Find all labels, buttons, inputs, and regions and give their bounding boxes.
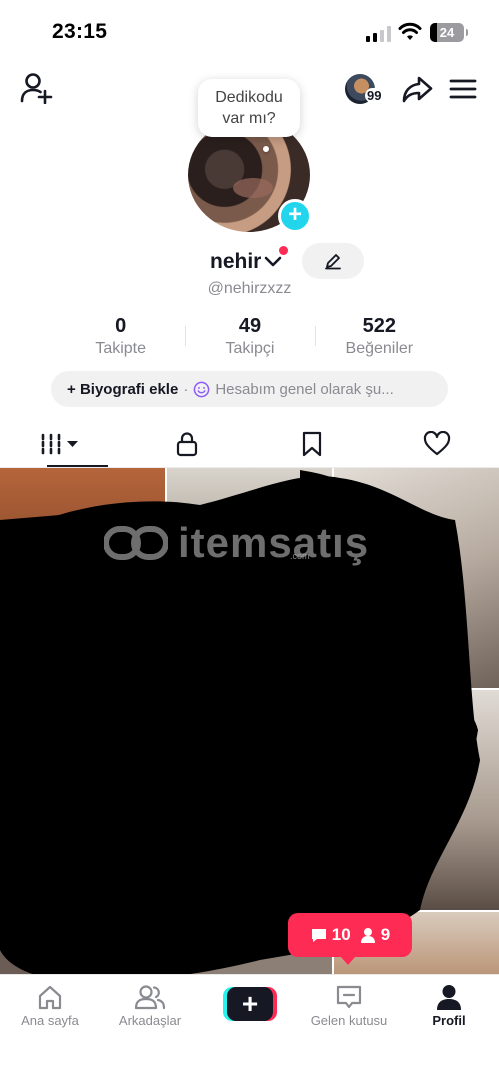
tab-saved[interactable]: [250, 420, 375, 468]
menu-icon[interactable]: [447, 73, 479, 105]
add-friend-icon[interactable]: [20, 72, 54, 104]
mini-avatar-count: 99: [365, 88, 384, 103]
nav-inbox[interactable]: Gelen kutusu: [299, 983, 399, 1028]
heart-icon: [423, 431, 450, 456]
battery-level: 24: [439, 25, 455, 40]
view-count-value: 56: [27, 887, 44, 904]
share-icon[interactable]: [401, 73, 433, 105]
bottom-navigation: Ana sayfa Arkadaşlar + Gelen kutusu Prof…: [0, 974, 499, 1080]
bookmark-icon: [302, 431, 321, 457]
view-count-value: 205: [27, 665, 53, 682]
friends-icon: [134, 985, 166, 1010]
play-icon: [9, 666, 21, 681]
person-icon: [360, 928, 375, 943]
username-row[interactable]: nehir: [210, 246, 283, 278]
video-thumbnail[interactable]: 56: [0, 690, 165, 910]
video-thumbnail[interactable]: [334, 468, 499, 688]
video-thumbnail[interactable]: [334, 690, 499, 910]
create-icon: +: [227, 987, 273, 1021]
follower-count-value: 9: [380, 925, 391, 944]
view-count: 56: [7, 887, 44, 904]
tooltip-line-2: var mı?: [222, 110, 276, 127]
pencil-icon: [325, 254, 341, 270]
stat-label: Takipte: [95, 340, 147, 357]
video-thumbnail[interactable]: [0, 912, 165, 974]
header-actions: 99: [343, 70, 479, 108]
tab-liked[interactable]: [374, 420, 499, 468]
add-bio-text: Biyografi ekle: [79, 380, 179, 398]
stat-likes[interactable]: 522 Beğeniler: [314, 314, 444, 364]
status-time: 23:15: [52, 20, 108, 43]
notification-dot: [279, 246, 288, 255]
nav-profile[interactable]: Profil: [399, 983, 499, 1028]
nav-label: Arkadaşlar: [118, 1013, 182, 1028]
profile-tabs: [0, 420, 499, 468]
stat-value: 522: [362, 315, 396, 337]
video-thumbnail[interactable]: [167, 468, 332, 688]
stat-value: 0: [115, 315, 127, 337]
stat-value: 49: [238, 315, 262, 337]
stat-followers[interactable]: 49 Takipçi: [185, 314, 314, 364]
videos-grid-icon: [42, 433, 79, 455]
stat-label: Beğeniler: [345, 340, 414, 357]
chevron-down-icon[interactable]: [263, 252, 283, 272]
profile-stats: 0 Takipte 49 Takipçi 522 Beğeniler: [56, 314, 444, 364]
view-count: 205: [7, 665, 52, 682]
lock-icon: [177, 432, 198, 457]
comment-count: 10: [310, 925, 351, 945]
user-handle: @nehirzxzz: [207, 280, 292, 297]
follower-count: 9: [359, 925, 390, 945]
add-bio-label: + Biyografi ekle: [67, 380, 179, 398]
smile-icon: [193, 381, 210, 397]
bio-separator: ·: [183, 380, 189, 398]
edit-profile-button[interactable]: [302, 243, 364, 279]
stat-following[interactable]: 0 Takipte: [56, 314, 185, 364]
username[interactable]: nehir: [210, 250, 261, 274]
bio-button[interactable]: + Biyografi ekle · Hesabım genel olarak …: [51, 371, 448, 407]
create-button[interactable]: +: [223, 987, 277, 1021]
battery-icon: 24: [430, 23, 468, 42]
nav-home[interactable]: Ana sayfa: [0, 983, 100, 1028]
comment-count-value: 10: [331, 925, 351, 944]
activity-notification-bubble[interactable]: 10 9: [288, 913, 412, 965]
tooltip-line-1: Dedikodu: [215, 89, 283, 106]
video-thumbnail[interactable]: [167, 690, 332, 910]
stat-label: Takipçi: [225, 340, 275, 357]
video-thumbnail[interactable]: 205: [0, 468, 165, 688]
play-icon: [9, 888, 21, 903]
nav-label: Gelen kutusu: [310, 1013, 388, 1028]
nav-label: Profil: [432, 1013, 466, 1028]
add-avatar-button[interactable]: +: [278, 199, 312, 233]
comment-icon: [311, 929, 326, 942]
tooltip-dot: [263, 146, 269, 152]
tab-videos[interactable]: [0, 420, 125, 468]
mini-avatar-button[interactable]: 99: [343, 72, 387, 106]
nav-label: Ana sayfa: [21, 1013, 79, 1028]
nav-friends[interactable]: Arkadaşlar: [100, 983, 200, 1028]
inbox-icon: [336, 985, 362, 1009]
cellular-signal-icon: [366, 26, 392, 42]
home-icon: [38, 985, 62, 1010]
bio-suggestion-text: Hesabım genel olarak şu...: [215, 380, 394, 398]
wifi-icon: [398, 22, 422, 40]
status-bar: 23:15 24: [0, 0, 499, 64]
tab-private[interactable]: [125, 420, 250, 468]
video-grid: 205 56: [0, 468, 499, 974]
profile-icon: [437, 985, 461, 1010]
dedikodu-tooltip[interactable]: Dedikodu var mı?: [198, 79, 300, 137]
